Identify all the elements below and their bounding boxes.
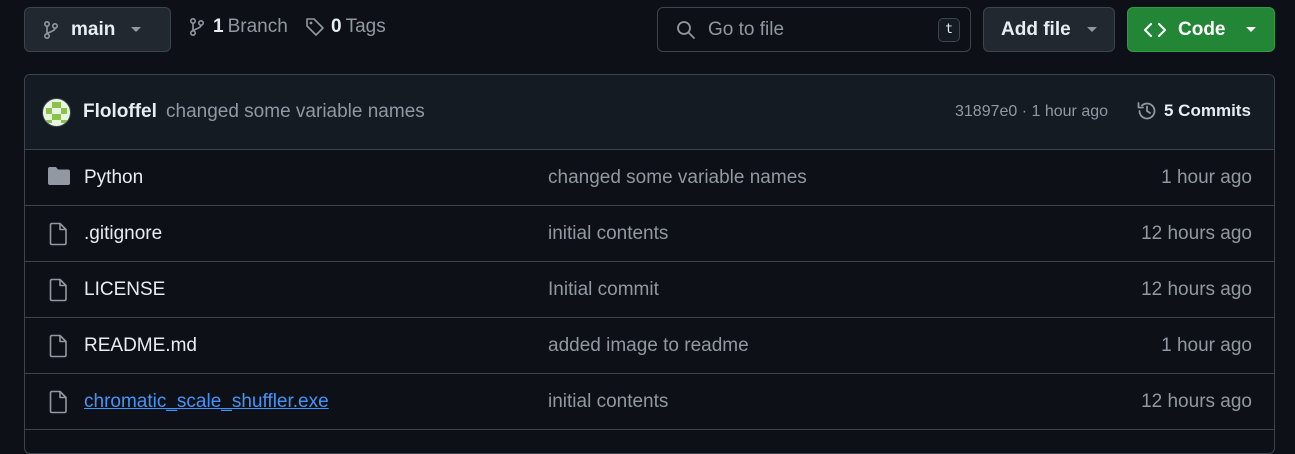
git-branch-icon [190, 18, 205, 36]
add-file-button[interactable]: Add file [983, 7, 1115, 52]
file-commit-message[interactable]: initial contents [548, 391, 668, 413]
file-row[interactable]: chromatic_scale_shuffler.exe initial con… [25, 374, 1274, 430]
file-icon [49, 390, 67, 414]
branches-link[interactable]: 1 Branch [189, 16, 288, 38]
file-name-link[interactable]: chromatic_scale_shuffler.exe [84, 391, 329, 413]
code-icon [1144, 22, 1166, 37]
file-name-link[interactable]: .gitignore [84, 223, 162, 245]
file-icon [49, 222, 67, 246]
avatar[interactable] [42, 98, 71, 127]
file-commit-time: 12 hours ago [1141, 391, 1252, 412]
file-row[interactable]: .gitignore initial contents 12 hours ago [25, 206, 1274, 262]
history-icon [1137, 102, 1156, 120]
caret-down-icon [131, 26, 142, 32]
branch-select-button[interactable]: main [24, 7, 171, 52]
branch-label: Branch [227, 16, 288, 37]
file-browser: Floloffel changed some variable names 31… [24, 74, 1275, 454]
tags-link[interactable]: 0 Tags [305, 16, 386, 38]
go-to-file-input[interactable]: Go to file t [657, 7, 971, 52]
file-icon [49, 334, 67, 358]
commits-history-link[interactable]: 5 Commits [1136, 100, 1251, 122]
file-commit-time: 1 hour ago [1161, 167, 1252, 188]
caret-down-icon [1245, 26, 1256, 32]
file-commit-message[interactable]: Initial commit [548, 279, 659, 301]
file-name-link[interactable]: Python [84, 167, 143, 189]
file-row[interactable]: Python changed some variable names 1 hou… [25, 150, 1274, 206]
latest-commit-bar: Floloffel changed some variable names 31… [25, 75, 1274, 150]
file-commit-time: 1 hour ago [1161, 335, 1252, 356]
commit-author-link[interactable]: Floloffel [83, 101, 157, 123]
tag-count: 0 [331, 16, 342, 37]
search-placeholder: Go to file [708, 18, 785, 40]
search-icon [677, 20, 695, 39]
commit-hash-time[interactable]: 31897e0 · 1 hour ago [955, 103, 1108, 121]
add-file-label: Add file [1001, 18, 1071, 40]
commits-count: 5 Commits [1164, 101, 1251, 120]
code-label: Code [1178, 18, 1226, 40]
branch-name: main [71, 18, 116, 40]
file-row[interactable]: README.md added image to readme 1 hour a… [25, 318, 1274, 374]
identicon-icon [46, 102, 67, 123]
file-icon [49, 278, 67, 302]
file-row[interactable]: LICENSE Initial commit 12 hours ago [25, 262, 1274, 318]
repo-toolbar: main 1 Branch 0 Tags Go to file t Add fi… [0, 0, 1295, 60]
file-commit-time: 12 hours ago [1141, 223, 1252, 244]
branch-count: 1 [213, 16, 224, 37]
tag-icon [306, 18, 324, 36]
git-branch-icon [44, 20, 59, 39]
file-name-link[interactable]: README.md [84, 335, 197, 357]
file-commit-time: 12 hours ago [1141, 279, 1252, 300]
keyboard-shortcut-hint: t [938, 17, 960, 42]
tag-label: Tags [345, 16, 386, 37]
caret-down-icon [1086, 26, 1097, 32]
file-name-link[interactable]: LICENSE [84, 279, 165, 301]
commit-message-link[interactable]: changed some variable names [166, 101, 425, 123]
file-commit-message[interactable]: initial contents [548, 223, 668, 245]
folder-icon [48, 167, 70, 185]
file-commit-message[interactable]: added image to readme [548, 335, 749, 357]
code-button[interactable]: Code [1127, 7, 1275, 52]
file-commit-message[interactable]: changed some variable names [548, 167, 807, 189]
